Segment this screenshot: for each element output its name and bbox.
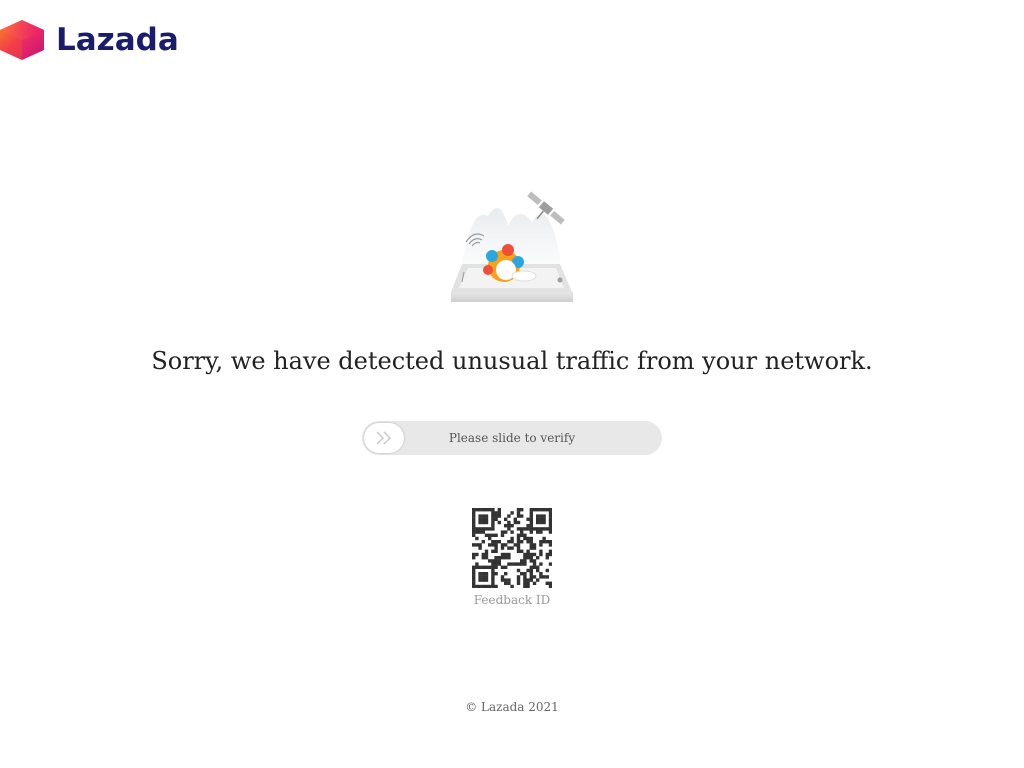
lazada-heart-icon — [0, 20, 44, 60]
lazada-logo[interactable]: Lazada — [0, 20, 179, 60]
feedback-qr-code — [472, 508, 553, 589]
satellite-illustration — [451, 191, 573, 302]
feedback-id-label: Feedback ID — [473, 593, 551, 607]
slider-label: Please slide to verify — [448, 431, 576, 445]
slider-handle[interactable] — [364, 423, 404, 453]
copyright-footer: © Lazada 2021 — [465, 700, 559, 714]
slide-to-verify-slider[interactable]: Please slide to verify — [362, 421, 662, 455]
qr-code-icon — [472, 508, 553, 589]
page: Lazada Sorry, we have detected unusual t… — [0, 0, 1024, 768]
logo-wordmark: Lazada — [56, 22, 179, 58]
double-chevron-right-icon — [376, 431, 391, 445]
unusual-traffic-message: Sorry, we have detected unusual traffic … — [151, 347, 873, 375]
